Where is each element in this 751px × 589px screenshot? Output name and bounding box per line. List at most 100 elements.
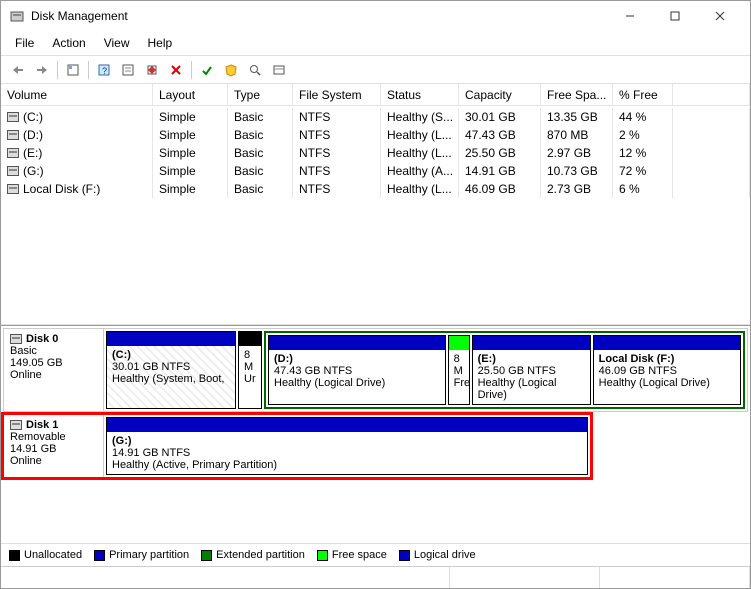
col-pctfree[interactable]: % Free xyxy=(613,84,673,105)
col-volume[interactable]: Volume xyxy=(1,84,153,105)
statusbar xyxy=(1,566,750,588)
volume-layout: Simple xyxy=(153,108,228,126)
check-icon[interactable] xyxy=(196,59,218,81)
partition-un-info: 8 M xyxy=(244,349,256,373)
volume-pct: 6 % xyxy=(613,180,673,198)
col-status[interactable]: Status xyxy=(381,84,459,105)
partition-d-health: Healthy (Logical Drive) xyxy=(274,377,440,389)
volume-pct: 72 % xyxy=(613,162,673,180)
volume-icon xyxy=(7,184,19,194)
volume-list: Volume Layout Type File System Status Ca… xyxy=(1,84,750,325)
volume-free: 10.73 GB xyxy=(541,162,613,180)
volume-layout: Simple xyxy=(153,162,228,180)
menu-action[interactable]: Action xyxy=(44,33,93,53)
stripe-primary xyxy=(107,418,587,432)
menu-view[interactable]: View xyxy=(96,33,138,53)
partition-e[interactable]: (E:) 25.50 GB NTFS Healthy (Logical Driv… xyxy=(472,335,591,405)
nav-back-icon[interactable] xyxy=(7,59,29,81)
search-icon[interactable] xyxy=(244,59,266,81)
stripe-unallocated xyxy=(239,332,261,346)
legend-logical: Logical drive xyxy=(399,549,476,561)
volume-name: Local Disk (F:) xyxy=(23,182,100,196)
partition-e-info: 25.50 GB NTFS xyxy=(478,365,585,377)
stripe-logical xyxy=(473,336,590,350)
table-row[interactable]: (E:)SimpleBasicNTFSHealthy (L...25.50 GB… xyxy=(1,144,750,162)
volume-fs: NTFS xyxy=(293,180,381,198)
menu-help[interactable]: Help xyxy=(140,33,181,53)
partition-unallocated[interactable]: 8 M Ur xyxy=(238,331,262,409)
col-layout[interactable]: Layout xyxy=(153,84,228,105)
disk-1-partitions: (G:) 14.91 GB NTFS Healthy (Active, Prim… xyxy=(104,415,590,477)
close-button[interactable] xyxy=(697,1,742,31)
partition-d[interactable]: (D:) 47.43 GB NTFS Healthy (Logical Driv… xyxy=(268,335,446,405)
partition-c-name: (C:) xyxy=(112,349,230,361)
partition-f-info: 46.09 GB NTFS xyxy=(599,365,735,377)
disk-0-row[interactable]: Disk 0 Basic 149.05 GB Online (C:) 30.01… xyxy=(3,328,748,412)
volume-capacity: 14.91 GB xyxy=(459,162,541,180)
table-row[interactable]: (C:)SimpleBasicNTFSHealthy (S...30.01 GB… xyxy=(1,108,750,126)
legend: Unallocated Primary partition Extended p… xyxy=(1,543,750,566)
shield-icon[interactable] xyxy=(220,59,242,81)
volume-free: 13.35 GB xyxy=(541,108,613,126)
volume-icon xyxy=(7,166,19,176)
volume-fs: NTFS xyxy=(293,162,381,180)
col-capacity[interactable]: Capacity xyxy=(459,84,541,105)
action-flag-icon[interactable] xyxy=(141,59,163,81)
col-type[interactable]: Type xyxy=(228,84,293,105)
disk-1-type: Removable xyxy=(10,431,97,443)
legend-freespace: Free space xyxy=(317,549,387,561)
volume-name: (E:) xyxy=(23,146,42,160)
disk-1-name: Disk 1 xyxy=(26,419,58,431)
table-row[interactable]: (G:)SimpleBasicNTFSHealthy (A...14.91 GB… xyxy=(1,162,750,180)
volume-icon xyxy=(7,148,19,158)
stripe-logical xyxy=(269,336,445,350)
partition-g-health: Healthy (Active, Primary Partition) xyxy=(112,459,582,471)
disk-1-row[interactable]: Disk 1 Removable 14.91 GB Online (G:) 14… xyxy=(3,414,591,478)
disk-0-info: Disk 0 Basic 149.05 GB Online xyxy=(4,329,104,411)
legend-unallocated: Unallocated xyxy=(9,549,82,561)
extended-partition-group: (D:) 47.43 GB NTFS Healthy (Logical Driv… xyxy=(264,331,745,409)
partition-fs-health: Fre xyxy=(454,377,464,389)
col-extra[interactable] xyxy=(673,84,750,105)
menubar: File Action View Help xyxy=(1,31,750,56)
volume-status: Healthy (L... xyxy=(381,126,459,144)
stripe-freespace xyxy=(449,336,469,350)
volume-name: (G:) xyxy=(23,164,44,178)
col-freespace[interactable]: Free Spa... xyxy=(541,84,613,105)
list-icon[interactable] xyxy=(268,59,290,81)
volume-type: Basic xyxy=(228,162,293,180)
properties-icon[interactable] xyxy=(117,59,139,81)
volume-status: Healthy (L... xyxy=(381,180,459,198)
col-filesystem[interactable]: File System xyxy=(293,84,381,105)
volume-icon xyxy=(7,112,19,122)
table-row[interactable]: Local Disk (F:)SimpleBasicNTFSHealthy (L… xyxy=(1,180,750,198)
volume-type: Basic xyxy=(228,108,293,126)
volume-type: Basic xyxy=(228,180,293,198)
help-icon[interactable]: ? xyxy=(93,59,115,81)
partition-c[interactable]: (C:) 30.01 GB NTFS Healthy (System, Boot… xyxy=(106,331,236,409)
partition-g-name: (G:) xyxy=(112,435,582,447)
volume-capacity: 30.01 GB xyxy=(459,108,541,126)
menu-file[interactable]: File xyxy=(7,33,42,53)
volume-type: Basic xyxy=(228,144,293,162)
partition-c-health: Healthy (System, Boot, xyxy=(112,373,230,385)
titlebar: Disk Management xyxy=(1,1,750,31)
legend-primary: Primary partition xyxy=(94,549,189,561)
delete-icon[interactable] xyxy=(165,59,187,81)
nav-forward-icon[interactable] xyxy=(31,59,53,81)
table-row[interactable]: (D:)SimpleBasicNTFSHealthy (L...47.43 GB… xyxy=(1,126,750,144)
partition-g[interactable]: (G:) 14.91 GB NTFS Healthy (Active, Prim… xyxy=(106,417,588,475)
volume-fs: NTFS xyxy=(293,108,381,126)
volume-type: Basic xyxy=(228,126,293,144)
disk-1-status: Online xyxy=(10,455,97,467)
disk-0-size: 149.05 GB xyxy=(10,357,97,369)
partition-f[interactable]: Local Disk (F:) 46.09 GB NTFS Healthy (L… xyxy=(593,335,741,405)
minimize-button[interactable] xyxy=(607,1,652,31)
partition-freespace[interactable]: 8 M Fre xyxy=(448,335,470,405)
disk-icon xyxy=(10,420,22,430)
legend-extended: Extended partition xyxy=(201,549,305,561)
maximize-button[interactable] xyxy=(652,1,697,31)
partition-d-name: (D:) xyxy=(274,353,440,365)
partition-fs-info: 8 M xyxy=(454,353,464,377)
refresh-icon[interactable] xyxy=(62,59,84,81)
